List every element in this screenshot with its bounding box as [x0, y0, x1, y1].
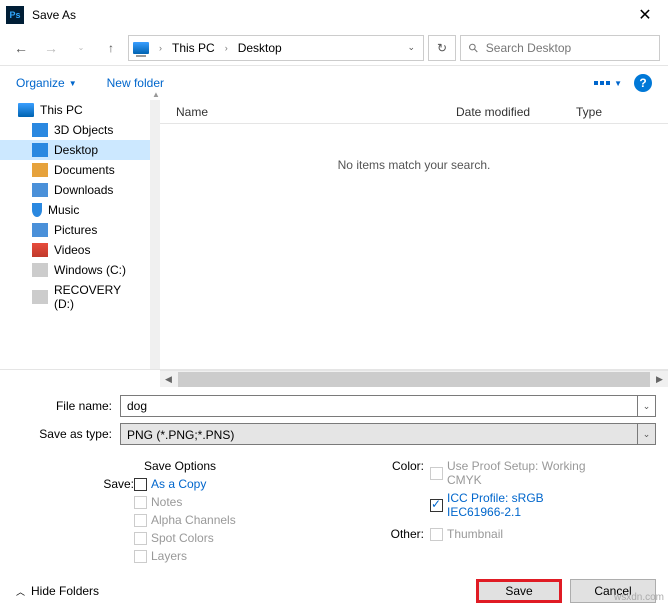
col-name[interactable]: Name — [160, 105, 440, 119]
scroll-left-icon[interactable]: ◀ — [160, 374, 177, 385]
tree-item-thispc[interactable]: This PC — [0, 100, 150, 120]
tree-item-drive-c[interactable]: Windows (C:) — [0, 260, 150, 280]
icc-checkbox[interactable] — [430, 499, 443, 512]
new-folder-button[interactable]: New folder — [107, 76, 164, 90]
tree-item-drive-d[interactable]: RECOVERY (D:) — [0, 280, 150, 314]
scroll-right-icon[interactable]: ▶ — [651, 374, 668, 385]
view-button[interactable]: ▼ — [594, 79, 622, 88]
thumbnail-checkbox — [430, 528, 443, 541]
chevron-up-icon: ︿ — [16, 585, 25, 598]
search-input[interactable]: ⚲ Search Desktop — [460, 35, 660, 61]
tree-item-downloads[interactable]: Downloads — [0, 180, 150, 200]
tree-item-music[interactable]: Music — [0, 200, 150, 220]
horizontal-scrollbar[interactable]: ◀ ▶ — [160, 370, 668, 387]
filename-input[interactable] — [120, 395, 638, 417]
file-list[interactable]: Name Date modified Type No items match y… — [160, 100, 668, 369]
col-type[interactable]: Type — [560, 105, 640, 119]
filetype-dropdown-icon[interactable]: ⌄ — [638, 423, 656, 445]
tree-item-desktop[interactable]: Desktop — [0, 140, 150, 160]
music-icon — [32, 203, 42, 217]
chevron-right-icon: › — [225, 43, 228, 53]
documents-icon — [32, 163, 48, 177]
folder-tree: This PC 3D Objects Desktop Documents Dow… — [0, 100, 150, 369]
filetype-select[interactable]: PNG (*.PNG;*.PNS) — [120, 423, 638, 445]
pc-icon — [133, 42, 149, 54]
layers-label: Layers — [151, 549, 187, 563]
tree-item-videos[interactable]: Videos — [0, 240, 150, 260]
breadcrumb-thispc[interactable]: This PC — [172, 41, 215, 55]
hide-folders-button[interactable]: ︿ Hide Folders — [16, 584, 99, 598]
up-button[interactable]: ↑ — [98, 35, 124, 61]
back-button[interactable]: ← — [8, 35, 34, 61]
filename-dropdown-icon[interactable]: ⌄ — [638, 395, 656, 417]
save-options-heading: Save Options — [144, 459, 382, 473]
notes-checkbox — [134, 496, 147, 509]
tree-item-3dobjects[interactable]: 3D Objects — [0, 120, 150, 140]
proof-checkbox — [430, 467, 443, 480]
icc-label: ICC Profile: sRGB IEC61966-2.1 — [447, 491, 597, 519]
spot-checkbox — [134, 532, 147, 545]
search-icon: ⚲ — [465, 39, 481, 55]
tree-item-pictures[interactable]: Pictures — [0, 220, 150, 240]
drive-icon — [32, 290, 48, 304]
breadcrumb-desktop[interactable]: Desktop — [238, 41, 282, 55]
recent-dropdown[interactable]: ⌄ — [68, 35, 94, 61]
layers-checkbox — [134, 550, 147, 563]
close-button[interactable]: ✕ — [622, 5, 668, 25]
color-label: Color: — [382, 459, 430, 523]
forward-button[interactable]: → — [38, 35, 64, 61]
filetype-label: Save as type: — [12, 427, 120, 441]
as-copy-label: As a Copy — [151, 477, 206, 491]
drive-icon — [32, 263, 48, 277]
proof-label: Use Proof Setup: Working CMYK — [447, 459, 597, 487]
dropdown-icon: ▼ — [69, 79, 77, 88]
pc-icon — [18, 103, 34, 117]
watermark: wsxdn.com — [614, 592, 664, 603]
scroll-thumb[interactable] — [178, 372, 650, 387]
alpha-checkbox — [134, 514, 147, 527]
tree-item-documents[interactable]: Documents — [0, 160, 150, 180]
window-title: Save As — [32, 8, 76, 22]
other-label: Other: — [382, 527, 430, 545]
downloads-icon — [32, 183, 48, 197]
chevron-right-icon: › — [159, 43, 162, 53]
help-button[interactable]: ? — [634, 74, 652, 92]
empty-message: No items match your search. — [160, 158, 668, 172]
refresh-button[interactable]: ↻ — [428, 35, 456, 61]
as-copy-checkbox[interactable] — [134, 478, 147, 491]
organize-menu[interactable]: Organize — [16, 76, 65, 90]
alpha-label: Alpha Channels — [151, 513, 236, 527]
desktop-icon — [32, 143, 48, 157]
notes-label: Notes — [151, 495, 182, 509]
search-placeholder: Search Desktop — [486, 41, 571, 55]
view-icon — [594, 81, 610, 85]
col-date[interactable]: Date modified — [440, 105, 560, 119]
address-bar[interactable]: › This PC › Desktop ⌄ — [128, 35, 424, 61]
save-button[interactable]: Save — [476, 579, 562, 603]
videos-icon — [32, 243, 48, 257]
splitter[interactable] — [150, 100, 160, 369]
save-label: Save: — [12, 477, 134, 567]
dropdown-icon: ▼ — [614, 79, 622, 88]
address-dropdown-icon[interactable]: ⌄ — [407, 42, 415, 53]
column-headers: Name Date modified Type — [160, 100, 668, 124]
pictures-icon — [32, 223, 48, 237]
photoshop-icon: Ps — [6, 6, 24, 24]
filename-label: File name: — [12, 399, 120, 413]
spot-label: Spot Colors — [151, 531, 214, 545]
thumbnail-label: Thumbnail — [447, 527, 503, 541]
3d-icon — [32, 123, 48, 137]
